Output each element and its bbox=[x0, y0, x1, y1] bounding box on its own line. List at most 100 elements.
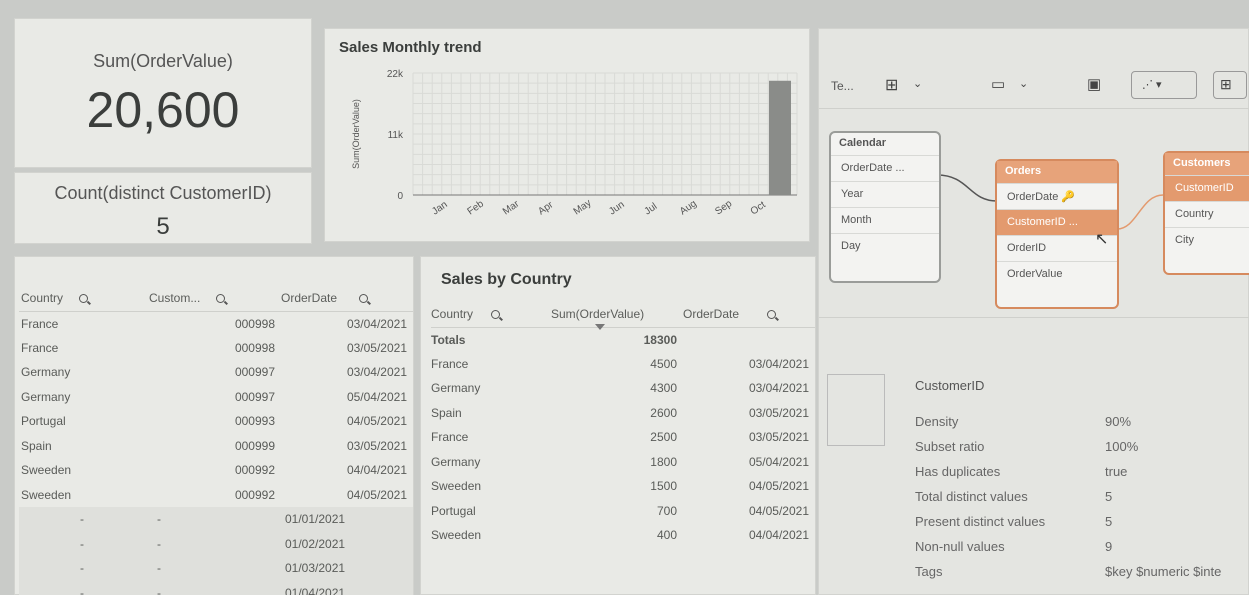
cell-orderdate: 01/04/2021 bbox=[281, 580, 413, 595]
table-row[interactable]: Germany 000997 05/04/2021 bbox=[19, 385, 413, 410]
cell-country: - bbox=[19, 507, 149, 532]
column-header-customer[interactable]: Custom... bbox=[149, 285, 281, 312]
field-orderdate[interactable]: OrderDate ... bbox=[831, 155, 939, 181]
field-customerid[interactable]: CustomerID bbox=[1165, 175, 1249, 201]
field-country[interactable]: Country bbox=[1165, 201, 1249, 227]
search-icon[interactable] bbox=[359, 294, 369, 304]
cell-customer: 000998 bbox=[234, 316, 275, 331]
table-row[interactable]: - -01/01/2021 bbox=[19, 507, 413, 532]
table-row[interactable]: Sweeden 000992 04/04/2021 bbox=[19, 458, 413, 483]
kpi-value: 20,600 bbox=[86, 82, 240, 138]
table-row[interactable]: France 2500 03/05/2021 bbox=[431, 425, 815, 450]
y-axis-label: Sum(OrderValue) bbox=[351, 99, 361, 169]
cell-customer: 000993 bbox=[234, 414, 275, 429]
table-row[interactable]: - -01/03/2021 bbox=[19, 556, 413, 581]
cell-orderdate: 04/05/2021 bbox=[346, 487, 407, 502]
cell-country: Portugal bbox=[431, 503, 476, 518]
table-row[interactable]: France 000998 03/05/2021 bbox=[19, 336, 413, 361]
totals-label: Totals bbox=[431, 332, 466, 347]
cell-customer: 000992 bbox=[234, 487, 275, 502]
table-row[interactable]: Germany 000997 03/04/2021 bbox=[19, 360, 413, 385]
property-value: 5 bbox=[1105, 514, 1113, 529]
model-table-calendar[interactable]: Calendar OrderDate ... Year Month Day bbox=[829, 131, 941, 283]
field-city[interactable]: City bbox=[1165, 227, 1249, 253]
field-orderdate[interactable]: OrderDate 🔑 bbox=[997, 183, 1117, 209]
cell-country: France bbox=[431, 430, 469, 445]
cell-orderdate: 03/04/2021 bbox=[346, 365, 407, 380]
table-row[interactable]: Portugal 700 04/05/2021 bbox=[431, 499, 815, 524]
search-icon[interactable] bbox=[767, 310, 777, 320]
field-day[interactable]: Day bbox=[831, 233, 939, 259]
cell-sum-ordervalue: 4300 bbox=[650, 381, 677, 396]
header-label: Sum(OrderValue) bbox=[551, 306, 645, 321]
table-row[interactable]: Sweeden 1500 04/05/2021 bbox=[431, 474, 815, 499]
table-row[interactable]: - -01/04/2021 bbox=[19, 580, 413, 595]
cell-sum-ordervalue: 1500 bbox=[650, 479, 677, 494]
table-row[interactable]: Germany 1800 05/04/2021 bbox=[431, 450, 815, 475]
cell-customer: 000998 bbox=[234, 340, 275, 355]
cell-customer: - bbox=[149, 531, 281, 556]
sales-monthly-trend-chart[interactable]: Sales Monthly trend 22k 11k 0 Sum(OrderValu… bbox=[324, 28, 810, 242]
search-icon[interactable] bbox=[79, 294, 89, 304]
sales-by-country-table[interactable]: Sales by Country Country Sum(OrderValue)… bbox=[420, 256, 816, 595]
association-line bbox=[936, 174, 998, 202]
cell-orderdate: 01/02/2021 bbox=[281, 531, 413, 556]
table-row[interactable]: Sweeden 000992 04/05/2021 bbox=[19, 483, 413, 508]
x-tick-label: Oct bbox=[749, 199, 768, 217]
column-header-sum-ordervalue[interactable]: Sum(OrderValue) bbox=[551, 301, 683, 328]
property-name: Tags bbox=[915, 564, 943, 579]
table-row[interactable]: Sweeden 400 04/04/2021 bbox=[431, 523, 815, 548]
property-value: 9 bbox=[1105, 539, 1113, 554]
y-tick-label: 0 bbox=[397, 191, 403, 202]
cell-customer: - bbox=[149, 507, 281, 532]
properties-title: CustomerID bbox=[915, 378, 985, 393]
data-model-viewer[interactable]: Te... ⊞ ⌄ ▭ ⌄ ▣ ⋰ ▾ ⊞ Calendar OrderDate… bbox=[818, 28, 1249, 595]
cell-customer: - bbox=[149, 556, 281, 581]
kpi-count-customers[interactable]: Count(distinct CustomerID) 5 bbox=[14, 172, 312, 244]
cell-country: Germany bbox=[431, 454, 481, 469]
table-row[interactable]: Germany 4300 03/04/2021 bbox=[431, 376, 815, 401]
field-year[interactable]: Year bbox=[831, 181, 939, 207]
x-tick-label: Mar bbox=[501, 198, 522, 217]
table-row[interactable]: France 4500 03/04/2021 bbox=[431, 352, 815, 377]
field-ordervalue[interactable]: OrderValue bbox=[997, 261, 1117, 287]
table-row[interactable]: Spain 000999 03/05/2021 bbox=[19, 434, 413, 459]
mouse-cursor-icon: ↖ bbox=[1095, 231, 1109, 248]
cell-country: Germany bbox=[21, 389, 71, 404]
search-icon[interactable] bbox=[216, 294, 226, 304]
table-row[interactable]: Spain 2600 03/05/2021 bbox=[431, 401, 815, 426]
association-line bbox=[1116, 194, 1164, 230]
property-value: 90% bbox=[1105, 414, 1132, 429]
table-row[interactable]: Portugal 000993 04/05/2021 bbox=[19, 409, 413, 434]
orders-detail-table[interactable]: Country Custom... OrderDate France 000998… bbox=[14, 256, 414, 595]
field-month[interactable]: Month bbox=[831, 207, 939, 233]
table: Country Sum(OrderValue) OrderDate Totals… bbox=[431, 301, 815, 548]
search-icon[interactable] bbox=[491, 310, 501, 320]
cell-country: - bbox=[19, 556, 149, 581]
property-value: 100% bbox=[1105, 439, 1139, 454]
cell-orderdate: 01/01/2021 bbox=[281, 507, 413, 532]
sort-descending-icon[interactable] bbox=[595, 323, 605, 330]
cell-orderdate: 03/05/2021 bbox=[748, 430, 809, 445]
cell-country: Spain bbox=[431, 405, 462, 420]
key-icon: 🔑 bbox=[1061, 191, 1076, 203]
table-row[interactable]: France 000998 03/04/2021 bbox=[19, 311, 413, 336]
property-name: Subset ratio bbox=[915, 439, 985, 454]
x-tick-label: Jul bbox=[643, 201, 660, 217]
column-header-country[interactable]: Country bbox=[431, 301, 551, 328]
column-header-orderdate[interactable]: OrderDate bbox=[281, 285, 413, 312]
column-header-country[interactable]: Country bbox=[19, 285, 149, 312]
model-table-customers[interactable]: Customers CustomerID Country City bbox=[1163, 151, 1249, 275]
property-name: Density bbox=[915, 414, 959, 429]
table-name: Calendar bbox=[839, 137, 887, 149]
cell-customer: 000997 bbox=[234, 365, 275, 380]
cell-orderdate: 03/04/2021 bbox=[346, 316, 407, 331]
cell-sum-ordervalue: 2500 bbox=[650, 430, 677, 445]
table-row[interactable]: - -01/02/2021 bbox=[19, 531, 413, 556]
x-tick-label: May bbox=[572, 198, 594, 218]
kpi-sum-ordervalue[interactable]: Sum(OrderValue) 20,600 bbox=[14, 18, 312, 168]
cell-country: Germany bbox=[431, 381, 481, 396]
cell-country: Germany bbox=[21, 365, 71, 380]
column-header-orderdate[interactable]: OrderDate bbox=[683, 301, 815, 328]
x-tick-label: Jun bbox=[607, 199, 627, 217]
